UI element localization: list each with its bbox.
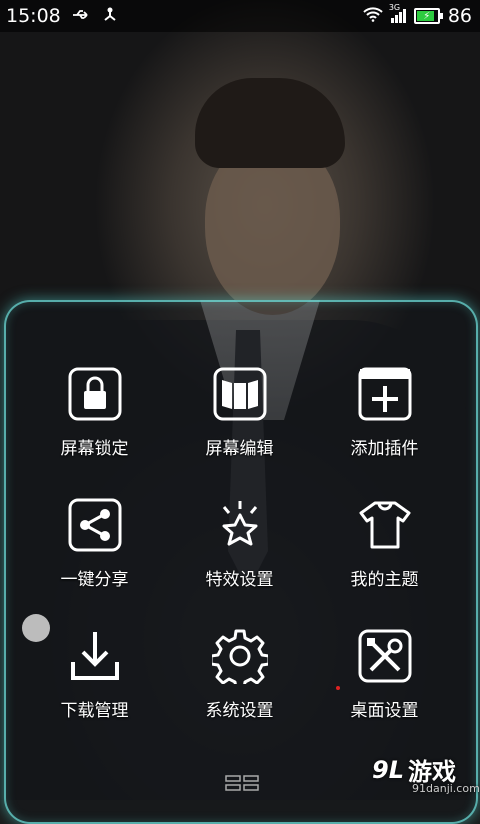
- menu-item-label: 桌面设置: [350, 701, 419, 721]
- notification-dot: [336, 686, 340, 690]
- menu-item-label: 我的主题: [350, 570, 419, 590]
- battery-icon: ⚡: [413, 8, 443, 24]
- wifi-icon: [363, 5, 383, 27]
- watermark-number: 9L: [372, 755, 404, 784]
- network-type-label: 3G: [388, 3, 401, 12]
- menu-item-label: 特效设置: [205, 570, 274, 590]
- charging-bolt-icon: ⚡: [423, 10, 431, 22]
- menu-grid: 屏幕锁定 屏幕编辑 添加插件 一键分享 特效设置 我的主题 下载管理 系统设置 …: [22, 366, 458, 721]
- menu-item-effects-settings[interactable]: 特效设置: [167, 497, 312, 590]
- wallpaper-hair: [195, 78, 345, 168]
- site-watermark: 9L 游戏 91danji.com: [372, 752, 480, 796]
- menu-item-label: 系统设置: [205, 701, 274, 721]
- menu-item-desktop-settings[interactable]: 桌面设置: [312, 628, 457, 721]
- add-widget-icon: [357, 366, 413, 422]
- status-bar: 15:08 3G ⚡ 86: [0, 0, 480, 32]
- shirt-icon: [357, 497, 413, 553]
- battery-percent: 86: [447, 5, 472, 27]
- download-icon: [67, 628, 123, 684]
- menu-item-download-manager[interactable]: 下载管理: [22, 628, 167, 721]
- menu-item-label: 屏幕锁定: [60, 439, 129, 459]
- usb-debug-icon: [101, 6, 119, 26]
- menu-item-system-settings[interactable]: 系统设置: [167, 628, 312, 721]
- menu-item-one-key-share[interactable]: 一键分享: [22, 497, 167, 590]
- menu-item-label: 添加插件: [350, 439, 419, 459]
- menu-item-my-theme[interactable]: 我的主题: [312, 497, 457, 590]
- gear-icon: [211, 628, 268, 684]
- panels-icon: [212, 366, 268, 422]
- floating-assistive-button[interactable]: [22, 614, 50, 642]
- menu-item-label: 屏幕编辑: [205, 439, 274, 459]
- menu-item-label: 下载管理: [60, 701, 129, 721]
- tools-icon: [357, 628, 413, 684]
- status-right: 3G ⚡ 86: [363, 3, 472, 27]
- star-effects-icon: [212, 497, 268, 553]
- menu-item-label: 一键分享: [60, 570, 129, 590]
- status-time: 15:08: [6, 5, 61, 27]
- watermark-domain: 91danji.com: [412, 782, 480, 795]
- menu-item-screen-lock[interactable]: 屏幕锁定: [22, 366, 167, 459]
- menu-item-add-widget[interactable]: 添加插件: [312, 366, 457, 459]
- lock-icon: [67, 366, 123, 422]
- signal-icon: 3G: [389, 3, 406, 23]
- usb-icon: [71, 7, 91, 26]
- menu-handle-icon[interactable]: [224, 774, 260, 792]
- menu-item-screen-edit[interactable]: 屏幕编辑: [167, 366, 312, 459]
- share-icon: [67, 497, 123, 553]
